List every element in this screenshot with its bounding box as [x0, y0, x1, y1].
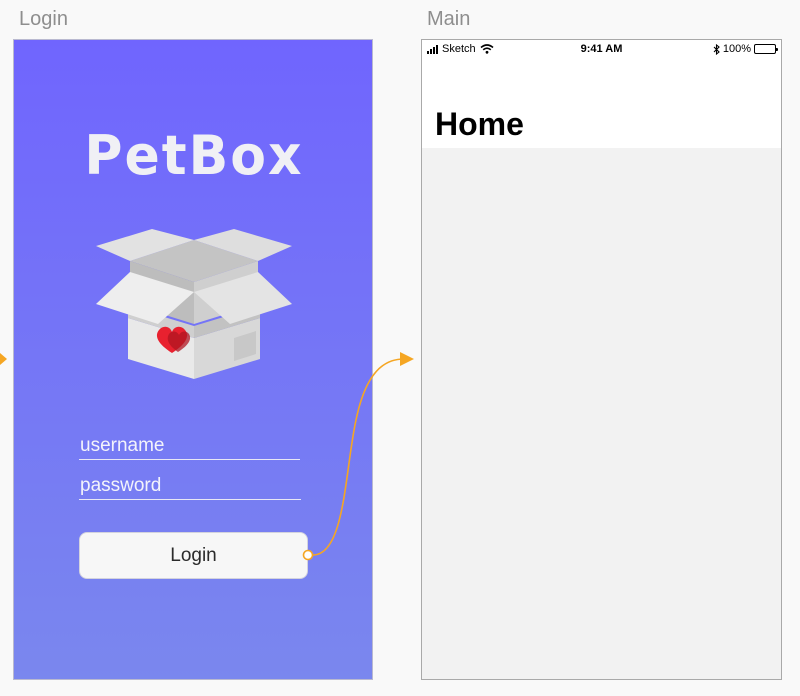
link-origin-handle [302, 549, 314, 561]
start-flow-arrow [0, 353, 7, 365]
prototype-links [0, 352, 414, 561]
link-arrowhead [400, 352, 414, 366]
sketch-canvas: Login Main PetBox username password Logi… [0, 0, 800, 696]
login-to-main-link [312, 358, 405, 556]
